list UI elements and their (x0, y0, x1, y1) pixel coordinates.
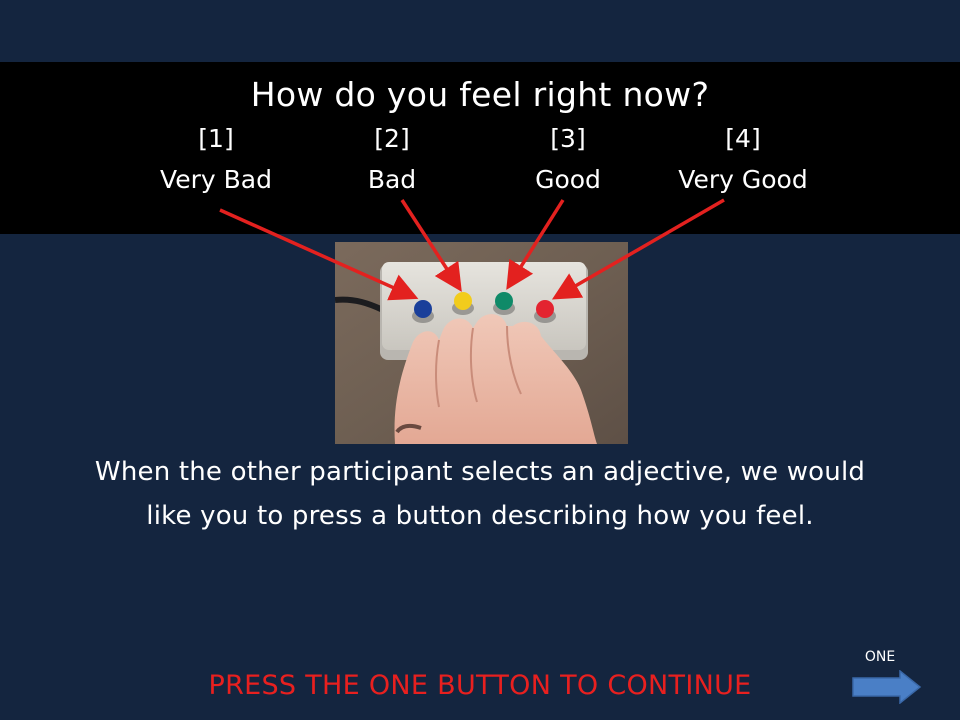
option-number: [4] (725, 124, 761, 153)
blue-button (414, 300, 432, 318)
option-number: [2] (374, 124, 410, 153)
option-very-bad: [1] Very Bad (116, 120, 316, 202)
option-bad: [2] Bad (292, 120, 492, 202)
option-label: Very Bad (160, 165, 272, 194)
button-box-illustration (335, 242, 628, 444)
continue-prompt: PRESS THE ONE BUTTON TO CONTINUE (208, 670, 752, 701)
option-very-good: [4] Very Good (643, 120, 843, 202)
right-arrow-icon[interactable] (852, 670, 922, 704)
option-label: Very Good (678, 165, 808, 194)
option-label: Bad (367, 165, 417, 194)
instruction-line-1: When the other participant selects an ad… (94, 457, 866, 487)
yellow-button (454, 292, 472, 310)
question-title: How do you feel right now? (250, 75, 710, 114)
option-label: Good (535, 165, 601, 194)
green-button (495, 292, 513, 310)
option-number: [1] (198, 124, 234, 153)
instruction-line-2: like you to press a button describing ho… (146, 501, 814, 531)
button-box-photo (335, 242, 628, 444)
option-number: [3] (550, 124, 586, 153)
next-button-label: ONE (864, 649, 896, 665)
red-button (536, 300, 554, 318)
option-good: [3] Good (468, 120, 668, 202)
instruction-text: When the other participant selects an ad… (20, 450, 940, 538)
